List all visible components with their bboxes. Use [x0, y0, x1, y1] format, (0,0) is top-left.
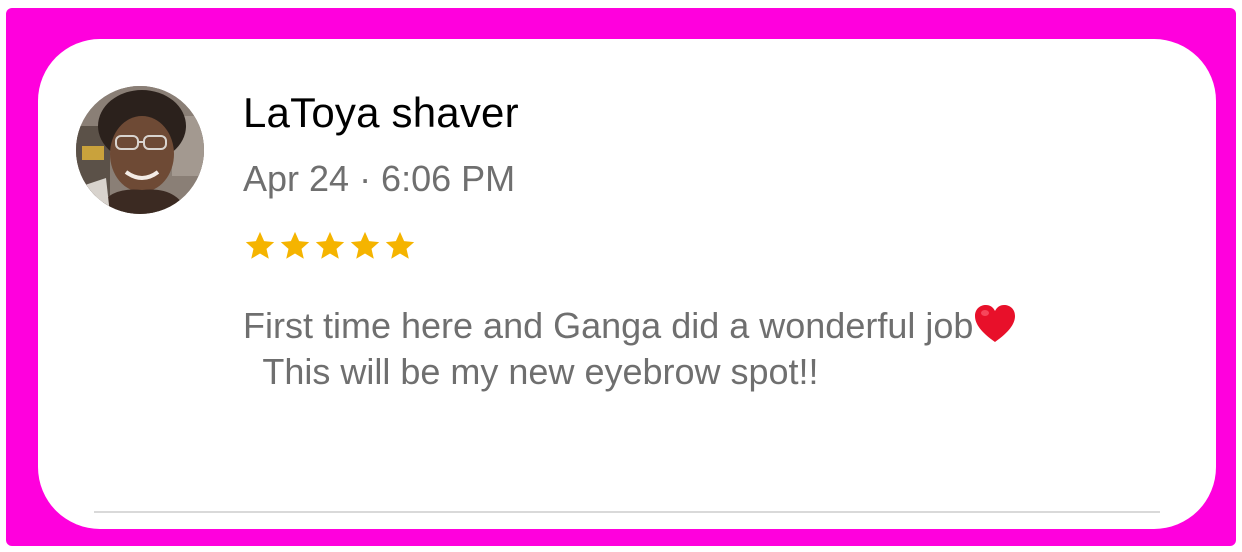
review-card: LaToya shaver Apr 24 · 6:06 PM First tim… — [38, 39, 1216, 529]
star-icon — [315, 231, 345, 259]
review-text: First time here and Ganga did a wonderfu… — [243, 303, 1063, 395]
divider — [94, 511, 1160, 513]
red-heart-emoji — [975, 305, 1016, 342]
star-rating — [243, 229, 417, 263]
review-text-part2: This will be my new eyebrow spot!! — [243, 351, 819, 392]
star-icon — [385, 231, 415, 259]
star-icon — [280, 231, 310, 259]
avatar-photo — [76, 86, 204, 214]
highlight-frame: LaToya shaver Apr 24 · 6:06 PM First tim… — [6, 8, 1236, 546]
reviewer-name[interactable]: LaToya shaver — [243, 89, 519, 137]
reviewer-avatar[interactable] — [76, 86, 204, 214]
star-icon — [350, 231, 380, 259]
review-text-part1: First time here and Ganga did a wonderfu… — [243, 305, 974, 346]
review-timestamp: Apr 24 · 6:06 PM — [243, 158, 516, 199]
star-icon — [245, 231, 275, 259]
